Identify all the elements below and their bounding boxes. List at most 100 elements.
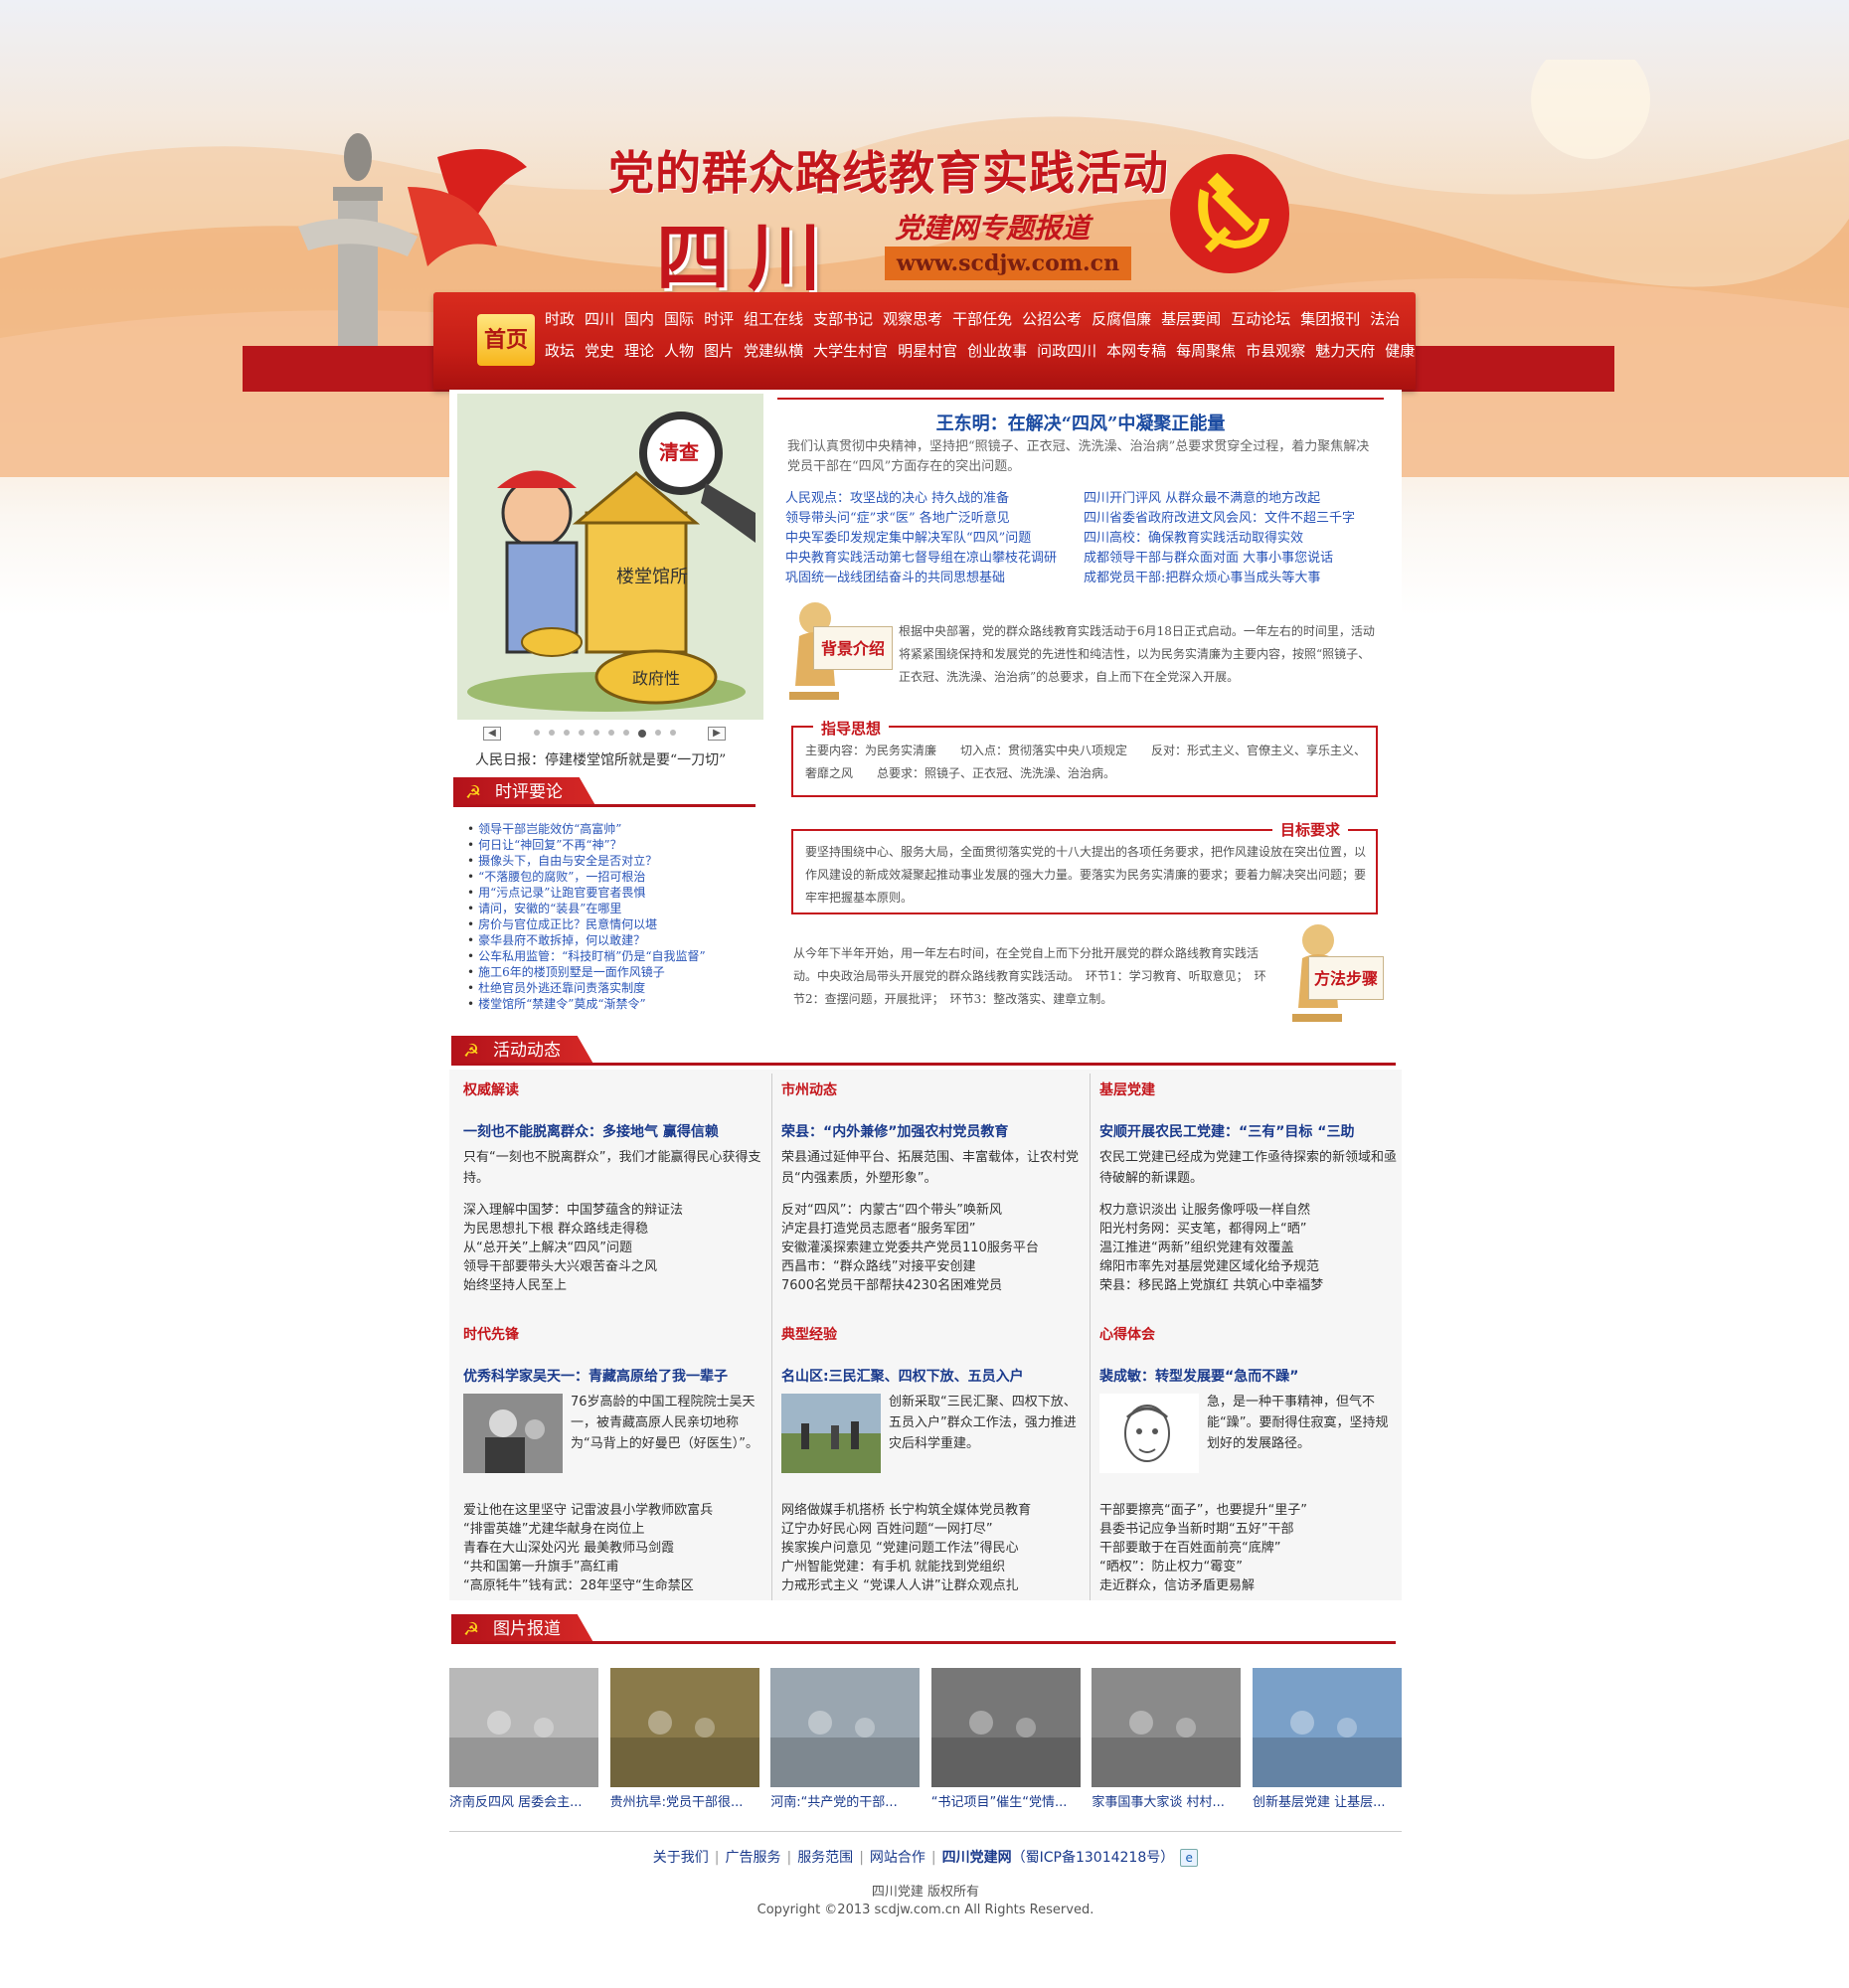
footer-link-about[interactable]: 关于我们 — [653, 1850, 709, 1866]
nav-item[interactable]: 公招公考 — [1022, 308, 1082, 329]
picture-thumbnail[interactable] — [1252, 1668, 1402, 1787]
slide-dot[interactable] — [548, 730, 555, 736]
nav-item[interactable]: 四川 — [585, 308, 614, 329]
slide-dot[interactable] — [622, 730, 629, 736]
nav-item[interactable]: 魅力天府 — [1315, 340, 1375, 361]
nav-item[interactable]: 基层要闻 — [1161, 308, 1221, 329]
nav-item[interactable]: 干部任免 — [952, 308, 1012, 329]
pinglun-link[interactable]: 请问，安徽的“装县”在哪里 — [478, 902, 621, 915]
nav-item[interactable]: 政坛 — [545, 340, 575, 361]
activity-link[interactable]: 领导干部要带头大兴艰苦奋斗之风 — [463, 1255, 761, 1274]
slide-dot[interactable] — [578, 730, 585, 736]
article-photo[interactable] — [463, 1394, 563, 1473]
pinglun-link[interactable]: 房价与官位成正比？民意情何以堪 — [478, 917, 657, 931]
nav-item[interactable]: 时评 — [704, 308, 734, 329]
nav-item[interactable]: 反腐倡廉 — [1092, 308, 1151, 329]
lead-link[interactable]: 成都领导干部与群众面对面 大事小事您说话 — [1084, 551, 1333, 566]
picture-caption-link[interactable]: 创新基层党建 让基层... — [1253, 1791, 1402, 1810]
nav-item[interactable]: 市县观察 — [1246, 340, 1305, 361]
slideshow-image[interactable]: 楼堂馆所 政府性 清查 — [457, 394, 763, 720]
nav-item[interactable]: 创业故事 — [967, 340, 1027, 361]
footer-link-ads[interactable]: 广告服务 — [725, 1850, 780, 1866]
nav-home-button[interactable]: 首页 — [477, 314, 535, 366]
activity-link[interactable]: 力戒形式主义 “党课人人讲”让群众观点扎 — [781, 1574, 1080, 1593]
lead-link[interactable]: 四川开门评风 从群众最不满意的地方改起 — [1084, 491, 1320, 506]
nav-item[interactable]: 国内 — [624, 308, 654, 329]
lead-link[interactable]: 四川高校：确保教育实践活动取得实效 — [1084, 531, 1303, 546]
pinglun-link[interactable]: 用“污点记录”让跑官要官者畏惧 — [478, 886, 645, 900]
certification-badge-icon[interactable]: e — [1180, 1849, 1199, 1867]
picture-caption-link[interactable]: 济南反四风 居委会主... — [449, 1791, 598, 1810]
nav-item[interactable]: 人物 — [664, 340, 694, 361]
nav-item[interactable]: 观察思考 — [883, 308, 942, 329]
nav-item[interactable]: 法治 — [1370, 308, 1400, 329]
activity-link[interactable]: 县委书记应争当新时期“五好”干部 — [1099, 1518, 1398, 1537]
pinglun-link[interactable]: 施工6年的楼顶别墅是一面作风镜子 — [478, 965, 665, 979]
pinglun-link[interactable]: “不落腰包的腐败”，一招可根治 — [478, 870, 645, 884]
activity-link[interactable]: 广州智能党建：有手机 就能找到党组织 — [781, 1556, 1080, 1574]
slide-dot[interactable] — [563, 730, 570, 736]
activity-headline-link[interactable]: 安顺开展农民工党建：“三有”目标 “三助 — [1099, 1121, 1398, 1141]
lead-link[interactable]: 领导带头问“症”求“医” 各地广泛听意见 — [785, 511, 1010, 526]
nav-item[interactable]: 时政 — [545, 308, 575, 329]
activity-link[interactable]: “排雷英雄”尤建华献身在岗位上 — [463, 1518, 761, 1537]
pinglun-link[interactable]: 领导干部岂能效仿“高富帅” — [478, 822, 621, 836]
picture-thumbnail[interactable] — [449, 1668, 598, 1787]
pinglun-link[interactable]: 豪华县府不敢拆掉，何以敢建？ — [478, 933, 645, 947]
nav-item[interactable]: 问政四川 — [1037, 340, 1096, 361]
activity-headline-link[interactable]: 名山区:三民汇聚、四权下放、五员入户 — [781, 1366, 1080, 1386]
nav-item[interactable]: 每周聚焦 — [1176, 340, 1236, 361]
activity-link[interactable]: 绵阳市率先对基层党建区域化给予规范 — [1099, 1255, 1398, 1274]
activity-headline-link[interactable]: 荣县：“内外兼修”加强农村党员教育 — [781, 1121, 1080, 1141]
picture-caption-link[interactable]: “书记项目”催生“党情... — [931, 1791, 1081, 1810]
slide-prev-icon[interactable]: ◀ — [483, 727, 501, 741]
picture-caption-link[interactable]: 河南:“共产党的干部... — [770, 1791, 920, 1810]
slide-next-icon[interactable]: ▶ — [708, 727, 726, 741]
footer-link-coop[interactable]: 网站合作 — [870, 1850, 925, 1866]
nav-item[interactable]: 明星村官 — [898, 340, 957, 361]
activity-link[interactable]: 青春在大山深处闪光 最美教师马剑霞 — [463, 1537, 761, 1556]
activity-link[interactable]: 深入理解中国梦：中国梦蕴含的辩证法 — [463, 1199, 761, 1218]
lead-link[interactable]: 四川省委省政府改进文风会风：文件不超三千字 — [1084, 511, 1355, 526]
activity-link[interactable]: 从“总开关”上解决“四风”问题 — [463, 1237, 761, 1255]
activity-headline-link[interactable]: 裴成敏：转型发展要“急而不躁” — [1099, 1366, 1398, 1386]
lead-link[interactable]: 人民观点：攻坚战的决心 持久战的准备 — [785, 491, 1009, 506]
activity-link[interactable]: 泸定县打造党员志愿者“服务军团” — [781, 1218, 1080, 1237]
activity-link[interactable]: 西昌市：“群众路线”对接平安创建 — [781, 1255, 1080, 1274]
activity-link[interactable]: 7600名党员干部帮扶4230名困难党员 — [781, 1274, 1080, 1293]
activity-link[interactable]: 挨家挨户问意见 “党建问题工作法”得民心 — [781, 1537, 1080, 1556]
activity-link[interactable]: 网络做媒手机搭桥 长宁构筑全媒体党员教育 — [781, 1499, 1080, 1518]
nav-item[interactable]: 党史 — [585, 340, 614, 361]
slide-dot-active[interactable] — [637, 730, 646, 738]
pinglun-link[interactable]: 何日让“神回复”不再“神”？ — [478, 838, 622, 852]
activity-link[interactable]: 干部要擦亮“面子”，也要提升“里子” — [1099, 1499, 1398, 1518]
activity-link[interactable]: 辽宁办好民心网 百姓问题“一网打尽” — [781, 1518, 1080, 1537]
picture-caption-link[interactable]: 家事国事大家谈 村村... — [1092, 1791, 1241, 1810]
footer-icp-link[interactable]: 蜀ICP备13014218号 — [1026, 1850, 1161, 1866]
activity-link[interactable]: 阳光村务网：买支笔，都得网上“晒” — [1099, 1218, 1398, 1237]
lead-link[interactable]: 中央军委印发规定集中解决军队“四风”问题 — [785, 531, 1031, 546]
lead-link[interactable]: 巩固统一战线团结奋斗的共同思想基础 — [785, 571, 1005, 585]
nav-item[interactable]: 组工在线 — [744, 308, 803, 329]
nav-item[interactable]: 支部书记 — [813, 308, 873, 329]
nav-item[interactable]: 集团报刊 — [1300, 308, 1360, 329]
article-photo[interactable] — [1099, 1394, 1199, 1473]
nav-item[interactable]: 本网专稿 — [1106, 340, 1166, 361]
activity-link[interactable]: 安徽灌溪探索建立党委共产党员110服务平台 — [781, 1237, 1080, 1255]
nav-item[interactable]: 党建纵横 — [744, 340, 803, 361]
slide-dot[interactable] — [533, 730, 540, 736]
activity-link[interactable]: 反对“四风”：内蒙古“四个带头”唤新风 — [781, 1199, 1080, 1218]
nav-item[interactable]: 图片 — [704, 340, 734, 361]
footer-link-services[interactable]: 服务范围 — [797, 1850, 853, 1866]
lead-headline-link[interactable]: 王东明：在解决“四风”中凝聚正能量 — [777, 410, 1384, 435]
pinglun-link[interactable]: 公车私用监管：“科技盯梢”仍是“自我监督” — [478, 949, 706, 963]
picture-thumbnail[interactable] — [609, 1668, 759, 1787]
lead-link[interactable]: 成都党员干部:把群众烦心事当成头等大事 — [1084, 571, 1320, 585]
article-photo[interactable] — [781, 1394, 881, 1473]
activity-link[interactable]: 荣县：移民路上党旗红 共筑心中幸福梦 — [1099, 1274, 1398, 1293]
picture-thumbnail[interactable] — [930, 1668, 1081, 1787]
slide-dot[interactable] — [669, 730, 676, 736]
activity-link[interactable]: “高原牦牛”钱有武：28年坚守“生命禁区 — [463, 1574, 761, 1593]
pinglun-link[interactable]: 杜绝官员外逃还靠问责落实制度 — [478, 981, 645, 995]
activity-link[interactable]: 干部要敢于在百姓面前亮“底牌” — [1099, 1537, 1398, 1556]
